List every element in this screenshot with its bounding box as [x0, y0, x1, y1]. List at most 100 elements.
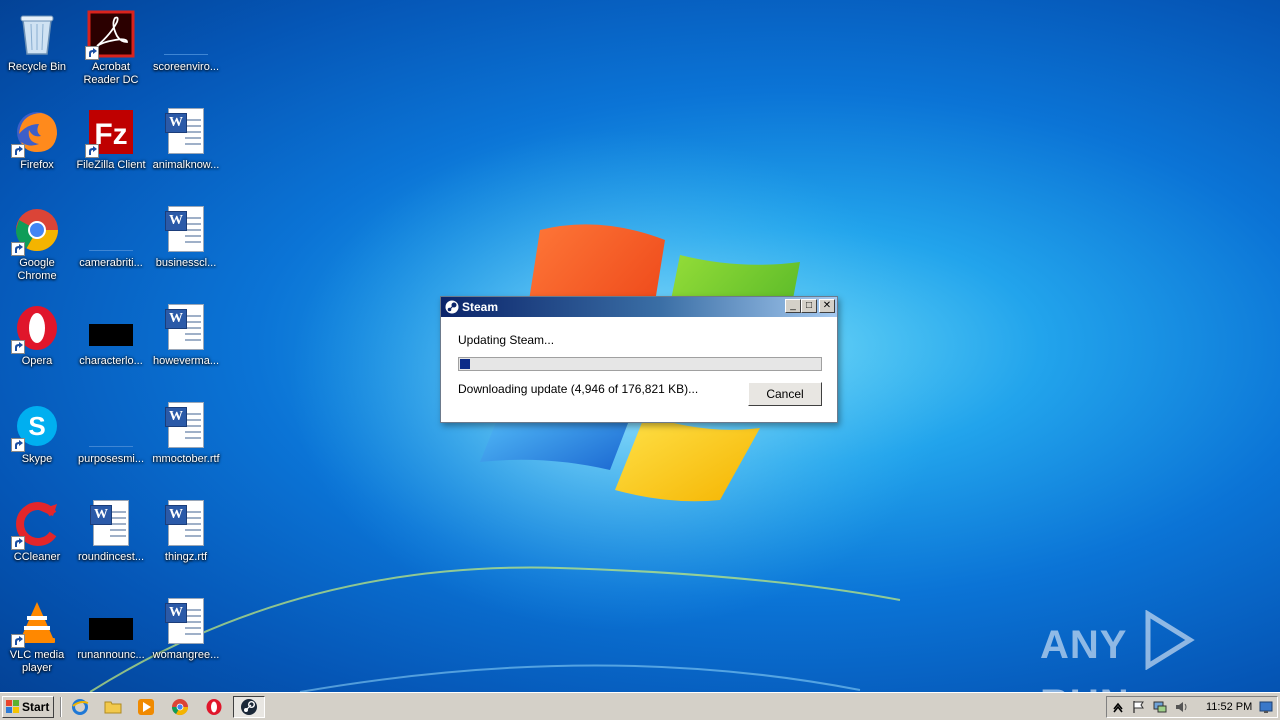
- desktop-icon-mmoctober[interactable]: W mmoctober.rtf: [149, 398, 223, 488]
- desktop-icon-runannounc[interactable]: runannounc...: [74, 594, 148, 684]
- desktop-icon-characterlo[interactable]: characterlo...: [74, 300, 148, 390]
- desktop-icon-label: runannounc...: [77, 649, 145, 661]
- progress-fill: [460, 359, 470, 369]
- desktop-icon-label: Skype: [21, 453, 53, 465]
- desktop-icon-filezilla[interactable]: Fz FileZilla Client: [74, 104, 148, 194]
- desktop-icon-howeverma[interactable]: W howeverma...: [149, 300, 223, 390]
- desktop-icon-womangree[interactable]: W womangree...: [149, 594, 223, 684]
- desktop-icon-label: scoreenviro...: [152, 61, 220, 73]
- maximize-button[interactable]: □: [801, 299, 817, 313]
- desktop-icon-label: roundincest...: [77, 551, 145, 563]
- steam-icon: [241, 699, 257, 715]
- shortcut-arrow-icon: [11, 438, 25, 452]
- shortcut-arrow-icon: [85, 144, 99, 158]
- desktop-icon-label: Firefox: [20, 159, 54, 171]
- opera-icon[interactable]: [205, 698, 223, 716]
- network-icon[interactable]: [1153, 700, 1167, 714]
- windows-flag-icon: [6, 700, 19, 713]
- update-progress-bar: [458, 357, 822, 371]
- dialog-titlebar[interactable]: Steam _ □ ✕: [441, 297, 837, 317]
- taskbar-separator: [60, 697, 62, 717]
- minimize-button[interactable]: _: [785, 299, 801, 313]
- svg-text:Fz: Fz: [94, 118, 127, 151]
- steam-icon: [445, 300, 459, 314]
- desktop[interactable]: Recycle Bin Firefox Google Chrome Opera …: [0, 0, 1280, 692]
- system-tray: 11:52 PM: [1106, 696, 1278, 718]
- internet-explorer-icon[interactable]: [71, 698, 89, 716]
- recycle-bin-icon: [20, 15, 54, 55]
- svg-text:S: S: [28, 411, 45, 441]
- desktop-icon[interactable]: [1259, 700, 1273, 714]
- word-document-icon: W: [165, 402, 204, 448]
- taskbar: Start 11:52 PM: [0, 692, 1280, 720]
- desktop-icon-label: mmoctober.rtf: [152, 453, 220, 465]
- folder-icon[interactable]: [104, 698, 122, 716]
- shortcut-arrow-icon: [11, 242, 25, 256]
- desktop-icon-label: camerabriti...: [79, 257, 143, 269]
- file-thumbnail-icon: [164, 32, 208, 55]
- black-thumbnail-icon: [89, 324, 133, 346]
- desktop-icon-acrobat-reader[interactable]: Acrobat Reader DC: [74, 6, 148, 96]
- desktop-icon-recycle-bin[interactable]: Recycle Bin: [0, 6, 74, 96]
- download-detail-text: Downloading update (4,946 of 176,821 KB)…: [458, 382, 699, 396]
- desktop-icon-scoreenviro[interactable]: scoreenviro...: [149, 6, 223, 96]
- watermark-text-left: ANY: [1040, 622, 1128, 667]
- media-player-icon[interactable]: [137, 698, 155, 716]
- dialog-body: Updating Steam... Downloading update (4,…: [441, 317, 837, 422]
- shortcut-arrow-icon: [85, 46, 99, 60]
- word-document-icon: W: [165, 206, 204, 252]
- play-logo-icon: [1140, 609, 1196, 680]
- desktop-icon-label: howeverma...: [152, 355, 220, 367]
- desktop-icon-roundincest[interactable]: W roundincest...: [74, 496, 148, 586]
- file-thumbnail-icon: [89, 228, 133, 251]
- desktop-icon-label: CCleaner: [13, 551, 61, 563]
- shortcut-arrow-icon: [11, 144, 25, 158]
- desktop-icon-opera[interactable]: Opera: [0, 300, 74, 390]
- desktop-icon-label: Recycle Bin: [7, 61, 67, 73]
- desktop-icon-firefox[interactable]: Firefox: [0, 104, 74, 194]
- desktop-icon-label: characterlo...: [79, 355, 143, 367]
- steam-update-dialog[interactable]: Steam _ □ ✕ Updating Steam... Downloadin…: [440, 296, 838, 423]
- desktop-icon-google-chrome[interactable]: Google Chrome: [0, 202, 74, 292]
- desktop-icon-label: Acrobat Reader DC: [83, 61, 139, 86]
- word-document-icon: W: [90, 500, 129, 546]
- taskbar-steam-button[interactable]: [233, 696, 265, 718]
- shortcut-arrow-icon: [11, 536, 25, 550]
- word-document-icon: W: [165, 598, 204, 644]
- watermark-text-right: RUN: [1040, 682, 1130, 692]
- desktop-icon-ccleaner[interactable]: CCleaner: [0, 496, 74, 586]
- desktop-icon-animalknow[interactable]: W animalknow...: [149, 104, 223, 194]
- desktop-icon-label: animalknow...: [152, 159, 220, 171]
- cancel-button[interactable]: Cancel: [748, 382, 822, 406]
- dialog-title: Steam: [462, 300, 499, 314]
- shortcut-arrow-icon: [11, 340, 25, 354]
- desktop-icon-label: womangree...: [152, 649, 220, 661]
- desktop-icon-label: Opera: [21, 355, 53, 367]
- show-hidden-icon[interactable]: [1111, 700, 1125, 714]
- word-document-icon: W: [165, 500, 204, 546]
- start-button[interactable]: Start: [2, 696, 54, 718]
- file-thumbnail-icon: [89, 424, 133, 447]
- desktop-icon-vlc[interactable]: VLC media player: [0, 594, 74, 684]
- desktop-icon-label: businesscl...: [155, 257, 217, 269]
- update-status-text: Updating Steam...: [458, 333, 555, 347]
- chrome-icon[interactable]: [171, 698, 189, 716]
- action-center-flag-icon[interactable]: [1131, 700, 1145, 714]
- desktop-icon-label: thingz.rtf: [164, 551, 208, 563]
- desktop-icon-purposesmi[interactable]: purposesmi...: [74, 398, 148, 488]
- desktop-icon-camerabriti[interactable]: camerabriti...: [74, 202, 148, 292]
- desktop-icon-label: Google Chrome: [17, 257, 57, 282]
- volume-icon[interactable]: [1175, 700, 1189, 714]
- desktop-icon-businesscl[interactable]: W businesscl...: [149, 202, 223, 292]
- desktop-icon-skype[interactable]: S Skype: [0, 398, 74, 488]
- desktop-icon-label: VLC media player: [9, 649, 65, 674]
- clock[interactable]: 11:52 PM: [1206, 701, 1252, 713]
- desktop-icon-thingz[interactable]: W thingz.rtf: [149, 496, 223, 586]
- desktop-icon-label: purposesmi...: [77, 453, 145, 465]
- close-button[interactable]: ✕: [819, 299, 835, 313]
- word-document-icon: W: [165, 304, 204, 350]
- desktop-icon-label: FileZilla Client: [76, 159, 146, 171]
- word-document-icon: W: [165, 108, 204, 154]
- start-label: Start: [22, 700, 50, 714]
- shortcut-arrow-icon: [11, 634, 25, 648]
